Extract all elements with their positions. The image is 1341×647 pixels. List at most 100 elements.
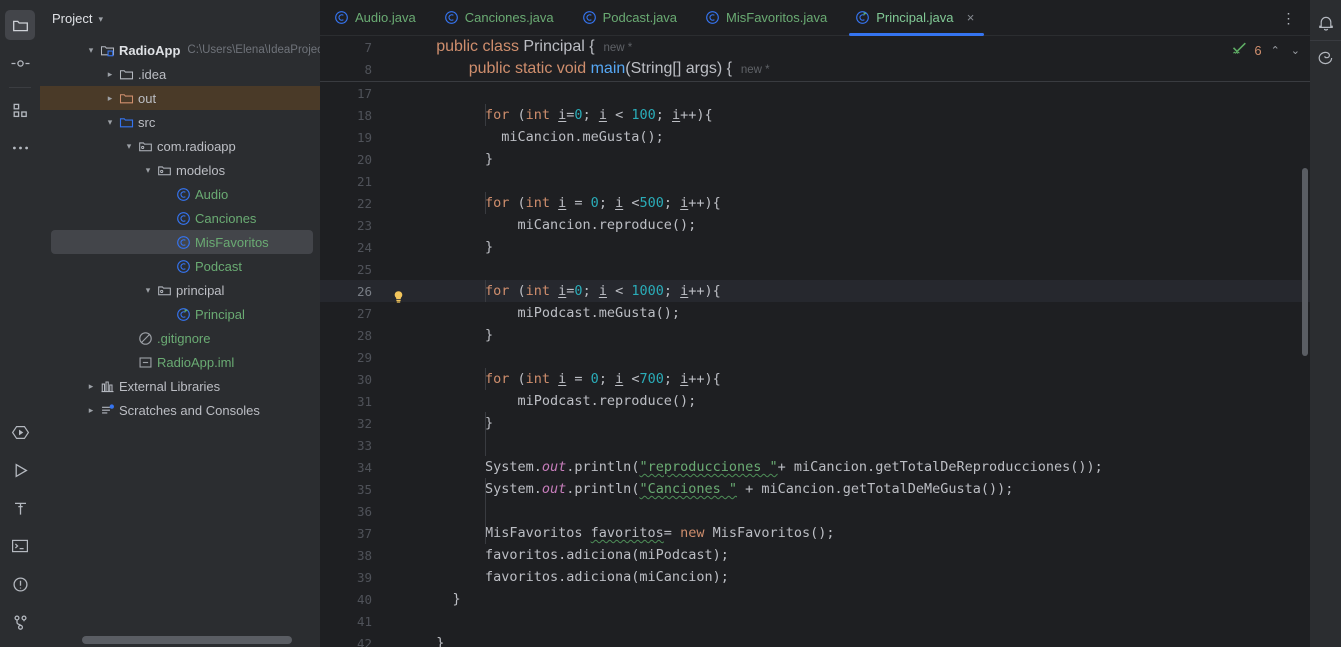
package-icon xyxy=(136,139,154,154)
chevron-right-icon[interactable] xyxy=(103,94,117,103)
tree-item-com-radioapp[interactable]: com.radioapp xyxy=(40,134,320,158)
tree-item-principal[interactable]: principal xyxy=(40,278,320,302)
code-line[interactable]: 31 miPodcast.reproduce(); xyxy=(320,390,1310,412)
code-line[interactable]: 40} xyxy=(320,588,1310,610)
code-line[interactable]: 21 xyxy=(320,170,1310,192)
code-line[interactable]: 28} xyxy=(320,324,1310,346)
project-panel-title: Project xyxy=(52,10,93,26)
database-icon xyxy=(1317,50,1334,66)
version-control-button[interactable] xyxy=(5,607,35,637)
tree-item-out[interactable]: out xyxy=(40,86,320,110)
tree-item-radioapp[interactable]: RadioApp C:\Users\Elena\IdeaProjec xyxy=(40,38,320,62)
code-line[interactable]: 34 System.out.println("reproducciones "+ … xyxy=(320,456,1310,478)
tree-item-src[interactable]: src xyxy=(40,110,320,134)
line-number: 19 xyxy=(356,129,372,145)
sidebar-horizontal-scrollbar[interactable] xyxy=(82,636,292,644)
code-line-text xyxy=(420,349,1310,365)
chevron-down-icon[interactable] xyxy=(141,286,155,295)
build-button[interactable] xyxy=(5,493,35,523)
tree-item-radioapp-iml[interactable]: RadioApp.iml xyxy=(40,350,320,374)
tab-options-menu-button[interactable]: ⋮ xyxy=(1278,0,1300,36)
code-line[interactable]: 32} xyxy=(320,412,1310,434)
code-line[interactable]: 36 xyxy=(320,500,1310,522)
editor-tab-podcast[interactable]: Podcast.java xyxy=(568,0,691,35)
code-line[interactable]: 35 System.out.println("Canciones " + miCa… xyxy=(320,478,1310,500)
code-line-text: } xyxy=(484,327,494,343)
tree-item-podcast[interactable]: Podcast xyxy=(40,254,320,278)
code-line[interactable]: 38 favoritos.adiciona(miPodcast); xyxy=(320,544,1310,566)
editor-vertical-scrollbar[interactable] xyxy=(1302,168,1308,356)
code-line[interactable]: 42} xyxy=(320,632,1310,647)
chevron-down-icon[interactable] xyxy=(141,166,155,175)
code-editor-content[interactable]: 17 18 for (int i=0; i < 100; i++){19 miCanc… xyxy=(320,82,1310,647)
code-line[interactable]: 29 xyxy=(320,346,1310,368)
code-line-text: } xyxy=(484,239,494,255)
code-line[interactable]: 26 for (int i=0; i < 1000; i++){ xyxy=(320,280,1310,303)
code-line[interactable]: 20} xyxy=(320,148,1310,170)
tree-item-misfavoritos[interactable]: MisFavoritos xyxy=(51,230,313,254)
chevron-right-icon[interactable] xyxy=(103,70,117,79)
tree-item-label: External Libraries xyxy=(119,378,221,394)
code-line[interactable]: 19 miCancion.meGusta(); xyxy=(320,126,1310,148)
editor-tab-canciones[interactable]: Canciones.java xyxy=(430,0,568,35)
chevron-right-icon[interactable] xyxy=(84,406,98,415)
problems-button[interactable] xyxy=(5,569,35,599)
notifications-button[interactable] xyxy=(1313,9,1339,37)
code-line[interactable]: 25 xyxy=(320,258,1310,280)
commit-icon xyxy=(11,55,30,72)
notifications-bell-icon xyxy=(1318,15,1334,32)
tree-item-principal[interactable]: Principal xyxy=(40,302,320,326)
line-number: 29 xyxy=(356,349,372,365)
code-line[interactable]: 27 miPodcast.meGusta(); xyxy=(320,302,1310,324)
code-line-text xyxy=(420,85,1310,101)
inspection-widget[interactable]: 6 ⌃ ⌄ xyxy=(1232,42,1302,58)
editor-tab-audio[interactable]: Audio.java xyxy=(320,0,430,35)
code-line-text: System.out.println("Canciones " + miCanc… xyxy=(484,481,1014,497)
tree-item-canciones[interactable]: Canciones xyxy=(40,206,320,230)
editor-tab-principal[interactable]: Principal.java × xyxy=(841,0,991,36)
close-icon[interactable]: × xyxy=(964,10,978,25)
chevron-right-icon[interactable] xyxy=(84,382,98,391)
sidebar-item-more-tool-windows[interactable] xyxy=(5,133,35,163)
code-line[interactable]: 30 for (int i = 0; i <700; i++){ xyxy=(320,368,1310,390)
code-line[interactable]: 33 xyxy=(320,434,1310,456)
sidebar-item-commit[interactable] xyxy=(5,48,35,78)
code-line[interactable]: 18 for (int i=0; i < 100; i++){ xyxy=(320,104,1310,126)
tree-item-external-libraries[interactable]: External Libraries xyxy=(40,374,320,398)
code-line[interactable]: 23 miCancion.reproduce(); xyxy=(320,214,1310,236)
tree-item-scratches-and-consoles[interactable]: Scratches and Consoles xyxy=(40,398,320,422)
editor-tab-label: Audio.java xyxy=(355,10,416,25)
tree-item-modelos[interactable]: modelos xyxy=(40,158,320,182)
sidebar-item-structure[interactable] xyxy=(5,95,35,125)
activity-bar xyxy=(0,0,40,647)
code-line-text: } xyxy=(484,415,494,431)
indent-guide xyxy=(485,280,486,302)
chevron-down-icon[interactable]: ▾ xyxy=(98,14,103,25)
code-line[interactable]: 24} xyxy=(320,236,1310,258)
chevron-down-icon[interactable] xyxy=(103,118,117,127)
tree-item-gitignore[interactable]: .gitignore xyxy=(40,326,320,350)
code-line[interactable]: 39 favoritos.adiciona(miCancion); xyxy=(320,566,1310,588)
chevron-down-icon[interactable] xyxy=(84,46,98,55)
run-with-coverage-button[interactable] xyxy=(5,417,35,447)
database-button[interactable] xyxy=(1313,44,1339,72)
editor-tab-misfavoritos[interactable]: MisFavoritos.java xyxy=(691,0,841,35)
previous-problem-button[interactable]: ⌃ xyxy=(1269,44,1282,57)
run-button[interactable] xyxy=(5,455,35,485)
next-problem-button[interactable]: ⌄ xyxy=(1289,44,1302,57)
line-number: 36 xyxy=(356,503,372,519)
run-with-coverage-icon xyxy=(11,424,30,441)
code-line-text: System.out.println("reproducciones "+ mi… xyxy=(484,459,1103,475)
code-line[interactable]: 41 xyxy=(320,610,1310,632)
chevron-down-icon[interactable] xyxy=(122,142,136,151)
terminal-button[interactable] xyxy=(5,531,35,561)
folder-orange-icon xyxy=(117,91,135,106)
tree-item-audio[interactable]: Audio xyxy=(40,182,320,206)
sidebar-item-project[interactable] xyxy=(5,10,35,40)
code-line[interactable]: 37 MisFavoritos favoritos= new MisFavorit… xyxy=(320,522,1310,544)
code-line[interactable]: 17 xyxy=(320,82,1310,104)
line-number: 39 xyxy=(356,569,372,585)
tree-item-idea[interactable]: .idea xyxy=(40,62,320,86)
code-line[interactable]: 22 for (int i = 0; i <500; i++){ xyxy=(320,192,1310,214)
project-panel-header[interactable]: Project ▾ xyxy=(40,0,320,36)
